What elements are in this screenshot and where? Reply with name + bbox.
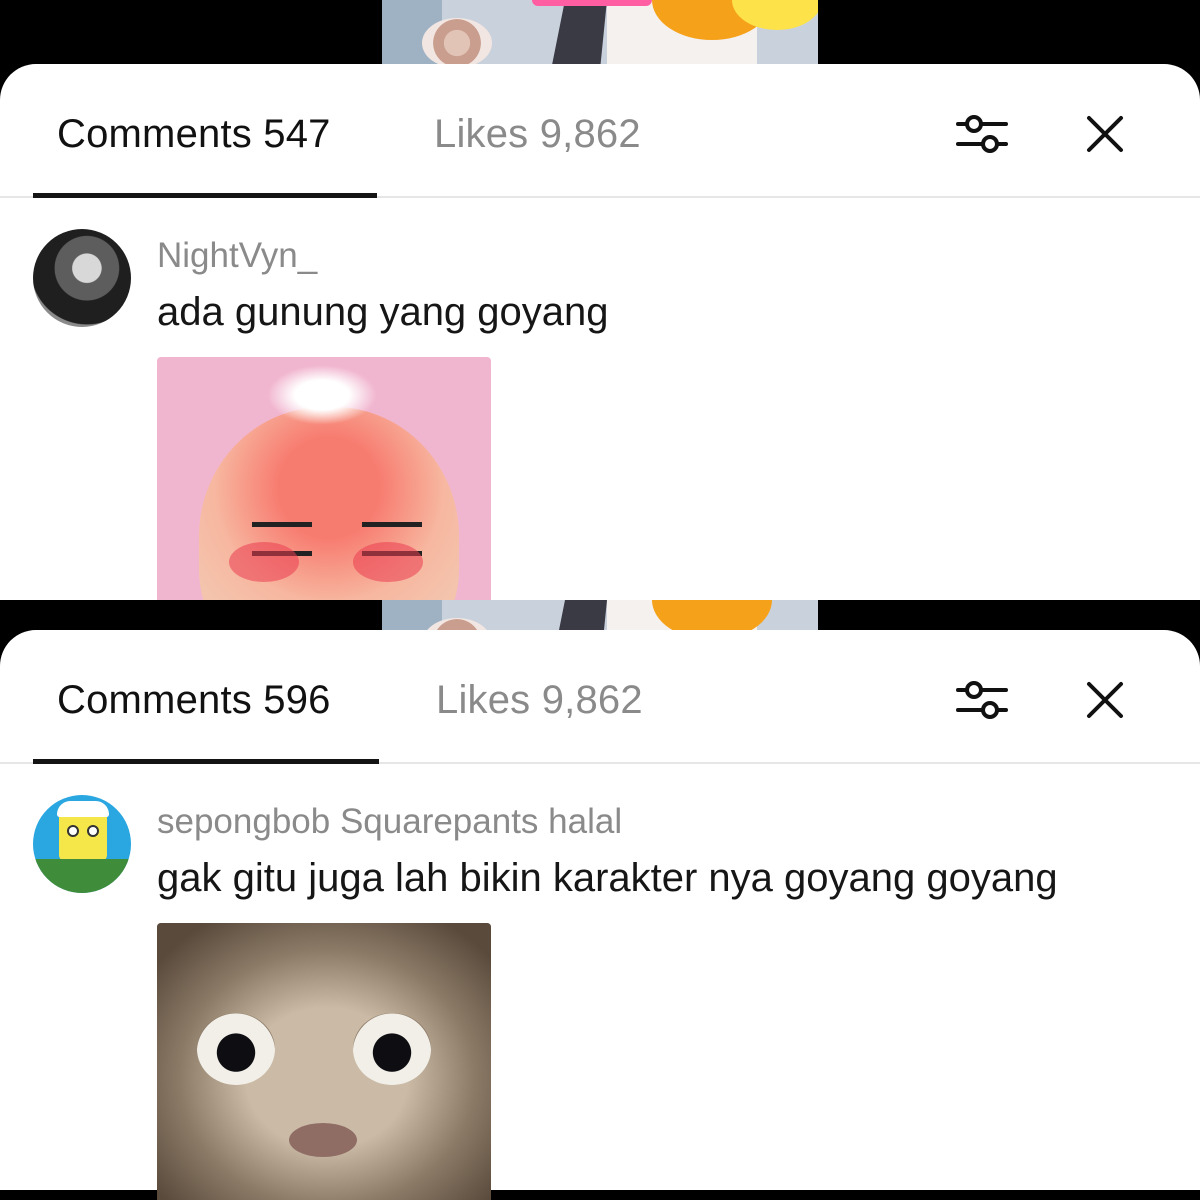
tab-comments[interactable]: Comments 596 [57, 678, 331, 723]
close-icon [1087, 116, 1123, 152]
video-caption-fragment [532, 0, 652, 6]
comment-sticker[interactable] [157, 923, 491, 1200]
comment-username[interactable]: NightVyn_ [157, 236, 317, 276]
sticker-art [197, 1013, 275, 1085]
tab-likes[interactable]: Likes 9,862 [434, 112, 641, 157]
sliders-icon [956, 115, 1008, 153]
sticker-art [353, 542, 423, 582]
tab-comments[interactable]: Comments 547 [57, 112, 331, 157]
sticker-art [353, 1013, 431, 1085]
comment-text: ada gunung yang goyang [157, 290, 609, 334]
close-button[interactable] [1075, 104, 1135, 164]
active-tab-indicator [33, 193, 377, 198]
close-button[interactable] [1075, 670, 1135, 730]
sticker-art [289, 1123, 357, 1157]
avatar-art [57, 801, 109, 817]
avatar-art [67, 825, 79, 837]
tab-likes[interactable]: Likes 9,862 [436, 678, 643, 723]
sticker-art [267, 365, 377, 425]
screenshot-bottom: Comments 596 Likes 9,862 sepongbob Squar… [0, 600, 1200, 1200]
screenshot-top: Comments 547 Likes 9,862 NightVyn_ ada g… [0, 0, 1200, 600]
comments-sheet: Comments 596 Likes 9,862 sepongbob Squar… [0, 630, 1200, 1200]
avatar[interactable] [33, 795, 131, 893]
comments-sheet: Comments 547 Likes 9,862 NightVyn_ ada g… [0, 64, 1200, 600]
video-frame-part [422, 18, 492, 68]
sticker-art [229, 542, 299, 582]
avatar-art [33, 859, 131, 893]
comment-username[interactable]: sepongbob Squarepants halal [157, 802, 622, 842]
sheet-tab-bar: Comments 547 Likes 9,862 [0, 64, 1200, 198]
comment-sticker[interactable] [157, 357, 491, 600]
close-icon [1087, 682, 1123, 718]
sliders-icon [956, 681, 1008, 719]
avatar-art [87, 825, 99, 837]
comment-text: gak gitu juga lah bikin karakter nya goy… [157, 856, 1058, 900]
avatar[interactable] [33, 229, 131, 327]
filter-button[interactable] [952, 670, 1012, 730]
active-tab-indicator [33, 759, 379, 764]
sheet-tab-bar: Comments 596 Likes 9,862 [0, 630, 1200, 764]
filter-button[interactable] [952, 104, 1012, 164]
